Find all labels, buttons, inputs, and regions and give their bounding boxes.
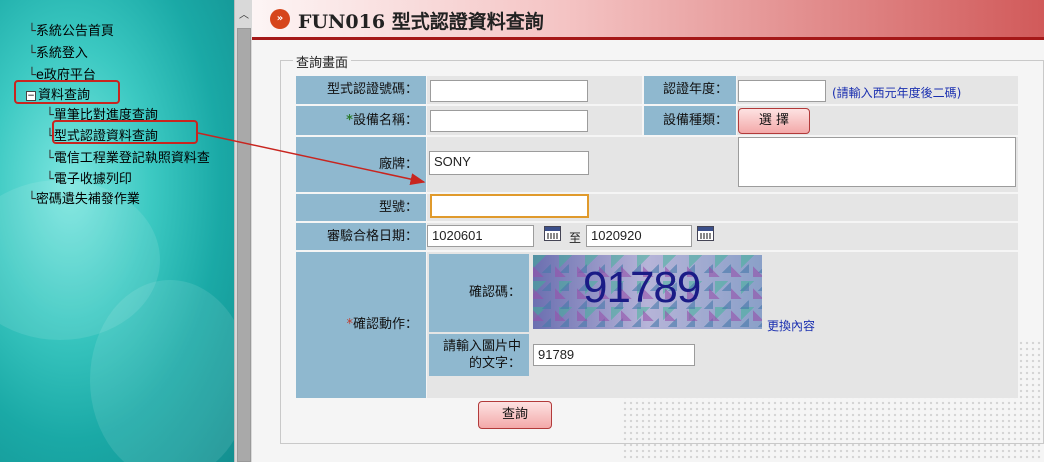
highlight-box-type-cert-query — [52, 120, 198, 144]
sidebar-item-label: 密碼遺失補發作業 — [35, 192, 140, 207]
cert-no-label: 型式認證號碼： — [296, 76, 426, 104]
confirm-action-label-text: 確認動作： — [352, 317, 418, 332]
captcha-input-label: 請輸入圖片中 的文字： — [429, 334, 529, 376]
sidebar-item-label: 系統登入 — [35, 46, 88, 61]
sidebar-item-label: 電信工程業登記執照資料查 — [53, 151, 210, 166]
query-submit-button[interactable]: 查詢 — [478, 401, 552, 429]
date-label: 審驗合格日期： — [296, 223, 426, 250]
model-input[interactable] — [430, 194, 589, 218]
double-arrow-icon: » — [270, 9, 290, 29]
sidebar-item-telecom-license-query[interactable]: └電信工程業登記執照資料查 — [46, 147, 210, 166]
device-type-label: 設備種類： — [644, 106, 736, 135]
cert-year-label: 認證年度： — [644, 76, 736, 104]
chevron-up-icon[interactable]: ︿ — [237, 6, 251, 21]
captcha-label: 確認碼： — [429, 254, 529, 332]
device-type-textarea[interactable] — [738, 137, 1016, 187]
device-name-label-text: 設備名稱： — [352, 113, 418, 128]
date-range-separator: 至 — [569, 231, 582, 245]
form-legend: 查詢畫面 — [293, 52, 352, 71]
select-device-type-button[interactable]: 選 擇 — [738, 108, 810, 134]
brand-label: 廠牌： — [296, 137, 426, 192]
refresh-captcha-link[interactable]: 更換內容 — [767, 317, 815, 334]
device-name-input[interactable] — [430, 110, 588, 132]
sidebar-item-e-receipt-print[interactable]: └電子收據列印 — [46, 168, 132, 187]
sidebar-item-password-reissue[interactable]: └密碼遺失補發作業 — [28, 188, 140, 207]
confirm-action-label: *確認動作： — [296, 252, 426, 398]
sidebar-item-label: 系統公告首頁 — [35, 24, 114, 39]
sidebar-item-login[interactable]: └系統登入 — [28, 42, 88, 61]
page-title: FUN016 型式認證資料查詢 — [298, 11, 544, 33]
main-content: » FUN016 型式認證資料查詢 查詢畫面 型式認證號碼： 認證年度： (請輸… — [252, 0, 1044, 462]
vertical-scrollbar[interactable]: ︿ — [234, 0, 252, 462]
captcha-image-text: 91789 — [583, 263, 701, 312]
captcha-input[interactable]: 91789 — [533, 344, 695, 366]
captcha-image: 91789 — [533, 255, 762, 329]
cert-no-input[interactable] — [430, 80, 588, 102]
sidebar-item-announcement-home[interactable]: └系統公告首頁 — [28, 20, 114, 39]
title-bar: » FUN016 型式認證資料查詢 — [252, 0, 1044, 40]
required-star-icon: * — [346, 113, 353, 128]
captcha-input-label-line2: 的文字： — [468, 356, 521, 371]
sidebar-nav: └系統公告首頁 └系統登入 └e政府平台 − 資料查詢 └單筆比對進度查詢 └型式… — [0, 0, 234, 462]
brand-input[interactable]: SONY — [429, 151, 589, 175]
scrollbar-thumb[interactable] — [237, 28, 251, 462]
device-name-label: *設備名稱： — [296, 106, 426, 135]
sidebar-item-label: 電子收據列印 — [53, 172, 132, 187]
cert-year-hint: (請輸入西元年度後二碼) — [832, 86, 962, 100]
cert-year-input[interactable] — [738, 80, 826, 102]
model-label: 型號： — [296, 194, 426, 221]
highlight-box-data-query — [14, 80, 120, 104]
calendar-icon[interactable] — [697, 226, 714, 241]
calendar-icon[interactable] — [544, 226, 561, 241]
date-from-input[interactable]: 1020601 — [427, 225, 534, 247]
captcha-input-label-line1: 請輸入圖片中 — [442, 339, 521, 354]
date-to-input[interactable]: 1020920 — [586, 225, 692, 247]
